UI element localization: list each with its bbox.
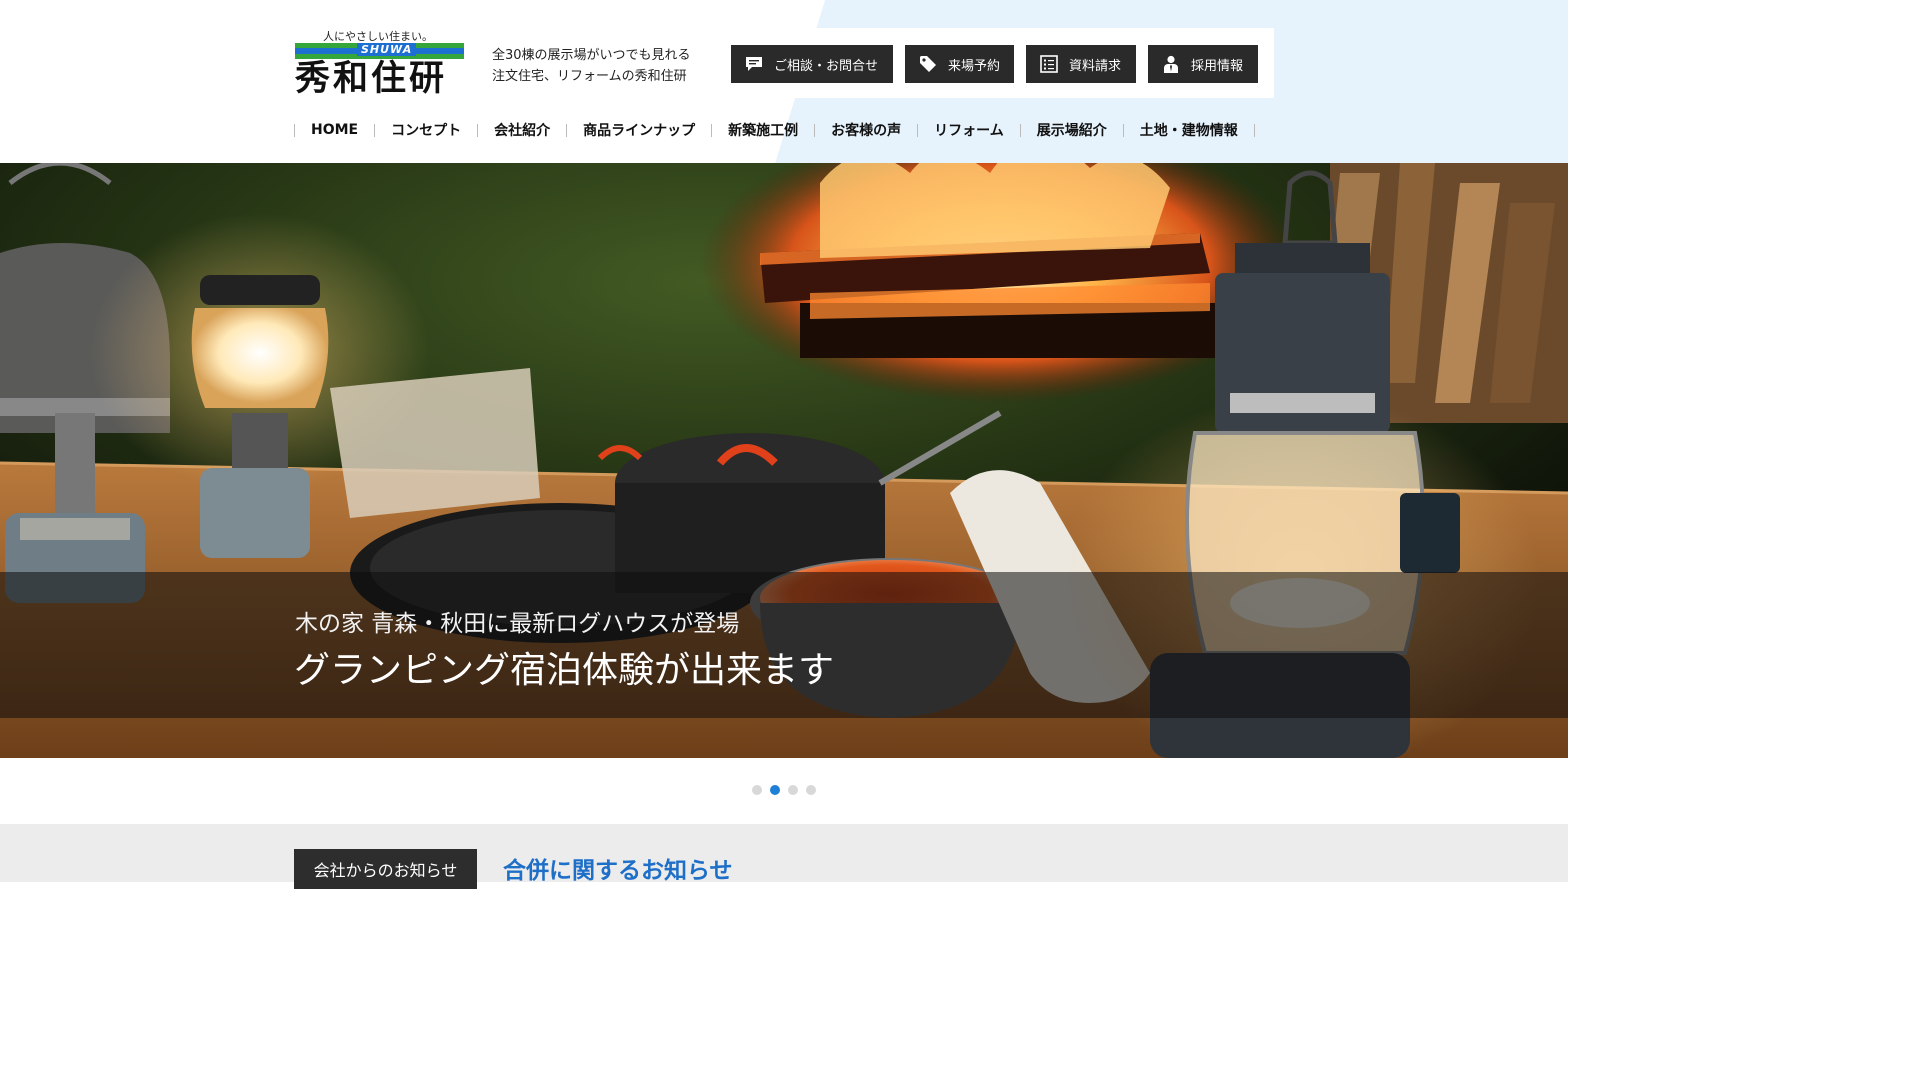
- hero-caption-line-2: グランピング宿泊体験が出来ます: [294, 650, 835, 691]
- nav-item-reform[interactable]: リフォーム: [918, 120, 1020, 140]
- nav-item-concept[interactable]: コンセプト: [375, 120, 477, 140]
- header-catchphrase: 全30棟の展示場がいつでも見れる 注文住宅、リフォームの秀和住研: [492, 45, 691, 87]
- slider-dot-3[interactable]: [788, 785, 798, 795]
- visit-reservation-button-label: 来場予約: [948, 58, 1001, 74]
- nav-item-land-buildings[interactable]: 土地・建物情報: [1124, 120, 1254, 140]
- visit-reservation-button[interactable]: 来場予約: [905, 45, 1014, 83]
- hero-caption-line-1: 木の家 青森・秋田に最新ログハウスが登場: [295, 611, 740, 637]
- slider-dot-2-active[interactable]: [770, 785, 780, 795]
- main-navigation: HOME コンセプト 会社紹介 商品ラインナップ 新築施工例 お客様の声 リフォ…: [294, 117, 1255, 143]
- consultation-button[interactable]: ご相談・お問合せ: [731, 45, 893, 83]
- recruitment-button-label: 採用情報: [1191, 58, 1244, 74]
- news-title-link[interactable]: 合併に関するお知らせ: [503, 851, 733, 885]
- tag-icon: [917, 53, 939, 75]
- catchphrase-line-1: 全30棟の展示場がいつでも見れる: [492, 48, 691, 63]
- request-materials-button-label: 資料請求: [1069, 58, 1122, 74]
- nav-item-showrooms[interactable]: 展示場紹介: [1021, 120, 1123, 140]
- logo-stripe-word: SHUWA: [357, 43, 417, 56]
- logo-stripe: SHUWA: [295, 43, 464, 59]
- catchphrase-line-2: 注文住宅、リフォームの秀和住研: [492, 69, 687, 84]
- logo-brand-name: 秀和住研: [295, 58, 448, 99]
- consultation-button-label: ご相談・お問合せ: [774, 58, 879, 74]
- site-logo[interactable]: 人にやさしい住まい。 SHUWA 秀和住研: [295, 28, 465, 100]
- nav-item-product-lineup[interactable]: 商品ラインナップ: [567, 120, 711, 140]
- person-icon: [1160, 53, 1182, 75]
- nav-item-company[interactable]: 会社紹介: [478, 120, 566, 140]
- logo-tagline: 人にやさしい住まい。: [323, 30, 433, 43]
- news-label: 会社からのお知らせ: [294, 849, 477, 889]
- document-list-icon: [1038, 53, 1060, 75]
- slider-pagination: [752, 785, 816, 795]
- slider-dot-1[interactable]: [752, 785, 762, 795]
- speech-bubble-icon: [743, 53, 765, 75]
- news-strip: 会社からのお知らせ 合併に関するお知らせ: [0, 824, 1568, 889]
- nav-item-home[interactable]: HOME: [295, 122, 374, 138]
- nav-item-new-construction[interactable]: 新築施工例: [712, 120, 814, 140]
- nav-item-customer-voices[interactable]: お客様の声: [815, 120, 917, 140]
- request-materials-button[interactable]: 資料請求: [1026, 45, 1136, 83]
- hero-slider[interactable]: 木の家 青森・秋田に最新ログハウスが登場 グランピング宿泊体験が出来ます: [0, 163, 1568, 758]
- recruitment-button[interactable]: 採用情報: [1148, 45, 1258, 83]
- slider-dot-4[interactable]: [806, 785, 816, 795]
